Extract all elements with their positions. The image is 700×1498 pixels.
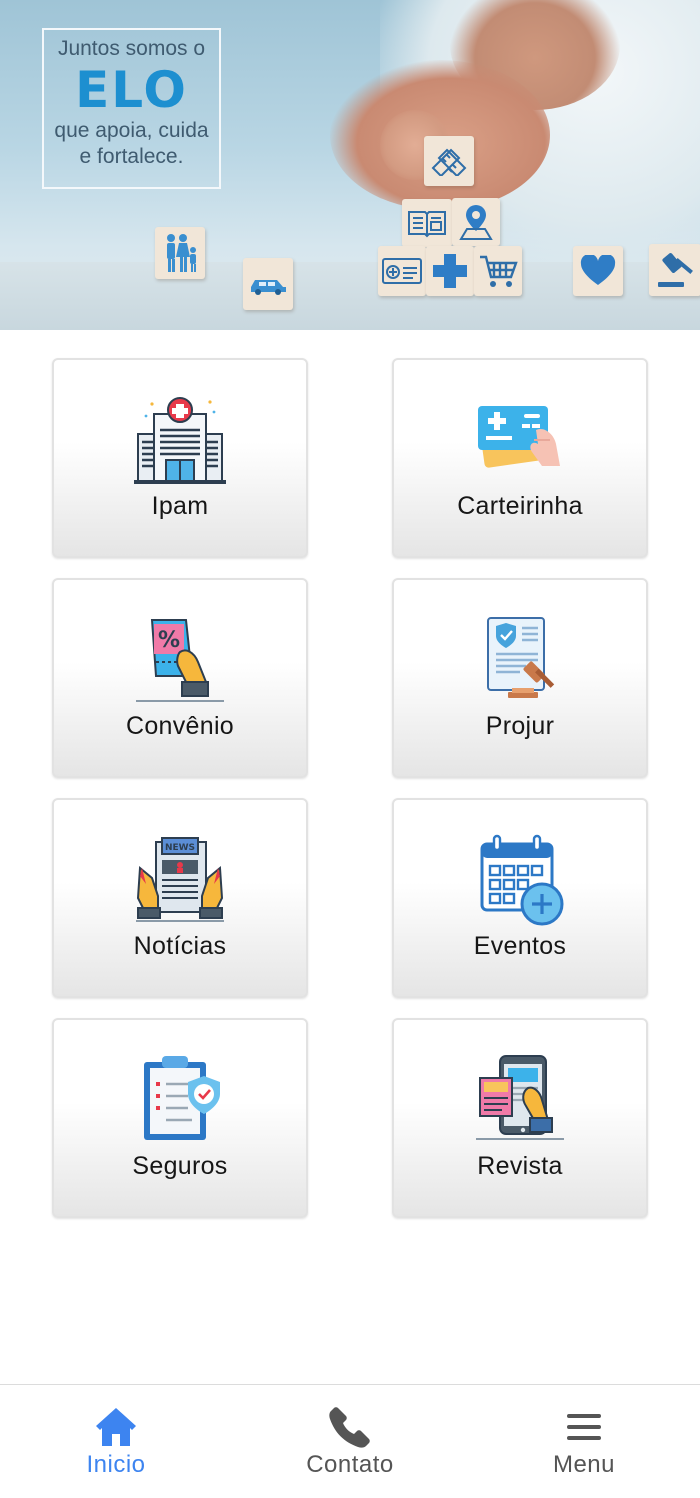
home-icon bbox=[94, 1405, 138, 1449]
insurance-clipboard-shield-icon bbox=[134, 1054, 226, 1146]
tile-noticias[interactable]: NEWS Notícias bbox=[52, 798, 308, 998]
discount-coupon-icon: % bbox=[134, 614, 226, 706]
nav-label-menu: Menu bbox=[552, 1451, 616, 1478]
health-card-icon bbox=[474, 394, 566, 486]
book-cube-icon bbox=[402, 199, 452, 247]
tile-convenio-label: Convênio bbox=[125, 712, 235, 740]
nav-item-inicio[interactable]: Inicio bbox=[36, 1385, 196, 1498]
shopping-cart-cube-icon bbox=[474, 246, 522, 296]
medical-cross-cube-icon bbox=[426, 246, 474, 296]
hospital-icon bbox=[134, 394, 226, 486]
id-card-cube-icon bbox=[378, 246, 426, 296]
nav-item-contato[interactable]: Contato bbox=[270, 1385, 430, 1498]
tile-seguros-label: Seguros bbox=[132, 1152, 228, 1180]
tile-noticias-label: Notícias bbox=[133, 932, 227, 960]
tile-ipam-label: Ipam bbox=[151, 492, 209, 520]
tile-convenio[interactable]: % Convênio bbox=[52, 578, 308, 778]
car-cube-icon bbox=[243, 258, 293, 310]
hero-banner: Juntos somos o ELO que apoia, cuida e fo… bbox=[0, 0, 700, 330]
calendar-add-icon bbox=[474, 834, 566, 926]
slogan-line-3: e fortalece. bbox=[79, 145, 184, 168]
slogan-line-2: que apoia, cuida bbox=[54, 119, 209, 142]
svg-text:NEWS: NEWS bbox=[165, 843, 195, 853]
newspaper-icon: NEWS bbox=[134, 834, 226, 926]
tile-projur-label: Projur bbox=[485, 712, 555, 740]
nav-label-contato: Contato bbox=[306, 1451, 394, 1478]
hamburger-menu-icon bbox=[562, 1405, 606, 1449]
tile-revista-label: Revista bbox=[477, 1152, 563, 1180]
svg-text:%: % bbox=[158, 628, 180, 653]
tile-eventos[interactable]: Eventos bbox=[392, 798, 648, 998]
tile-carteirinha-label: Carteirinha bbox=[457, 492, 583, 520]
tile-eventos-label: Eventos bbox=[473, 932, 567, 960]
location-pin-cube-icon bbox=[452, 198, 500, 246]
bandage-cube-icon bbox=[424, 136, 474, 186]
tile-carteirinha[interactable]: Carteirinha bbox=[392, 358, 648, 558]
tile-revista[interactable]: Revista bbox=[392, 1018, 648, 1218]
slogan-line-1: Juntos somos o bbox=[57, 37, 206, 60]
banner-slogan: Juntos somos o ELO que apoia, cuida e fo… bbox=[42, 28, 221, 189]
nav-item-menu[interactable]: Menu bbox=[504, 1385, 664, 1498]
bottom-navigation-bar: Inicio Contato Menu bbox=[0, 1384, 700, 1498]
heart-cube-icon bbox=[573, 246, 623, 296]
tile-seguros[interactable]: Seguros bbox=[52, 1018, 308, 1218]
legal-document-gavel-icon bbox=[474, 614, 566, 706]
tile-ipam[interactable]: Ipam bbox=[52, 358, 308, 558]
gavel-cube-icon bbox=[649, 244, 700, 296]
slogan-brand: ELO bbox=[75, 61, 188, 119]
family-cube-icon bbox=[155, 227, 205, 279]
tile-projur[interactable]: Projur bbox=[392, 578, 648, 778]
magazine-tablet-icon bbox=[474, 1054, 566, 1146]
phone-icon bbox=[328, 1405, 372, 1449]
nav-label-inicio: Inicio bbox=[86, 1451, 146, 1478]
